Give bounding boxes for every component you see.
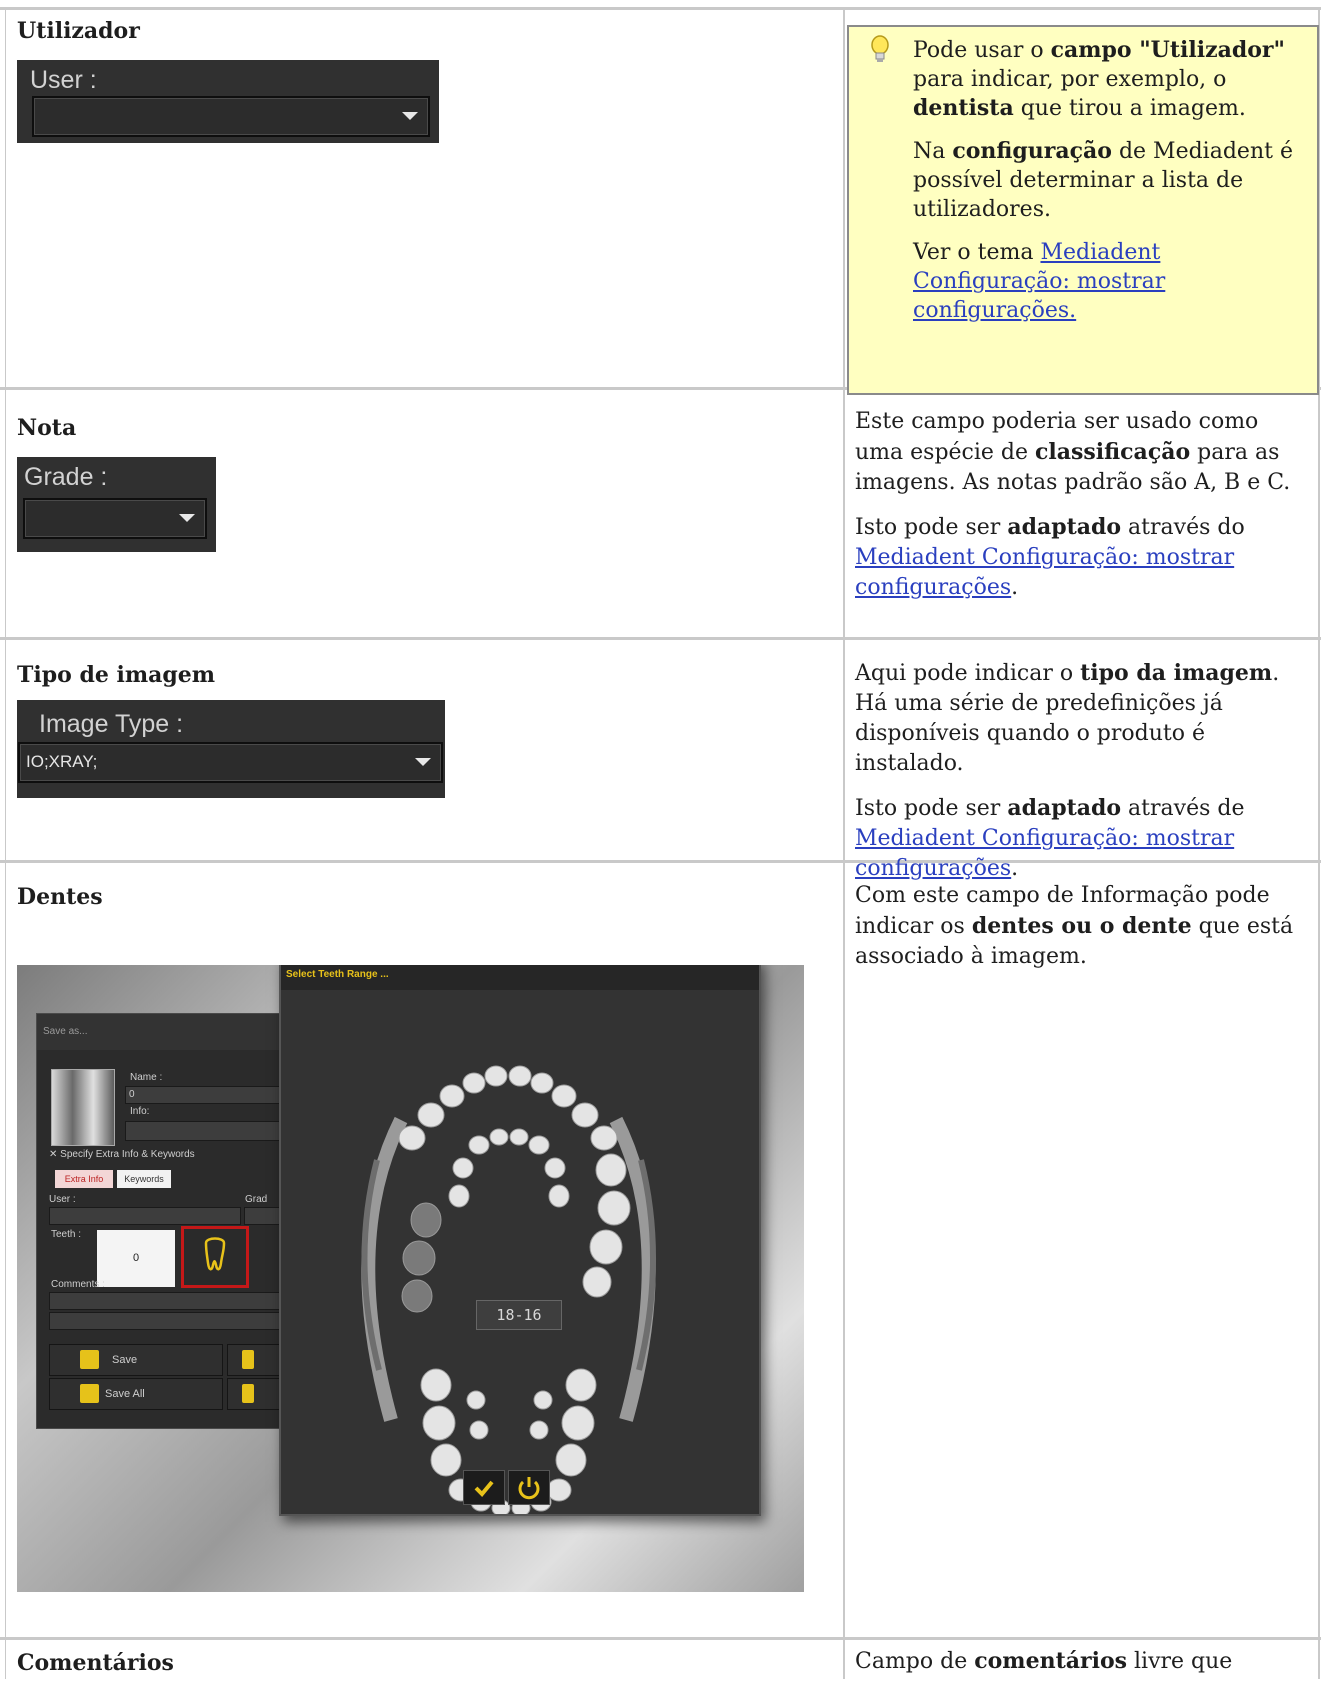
chevron-down-icon [179, 514, 195, 522]
row-dentes-desc: Com este campo de Informação pode indica… [855, 881, 1310, 986]
grade-dropdown[interactable] [23, 498, 207, 539]
image-type-dropdown[interactable]: IO;XRAY; [18, 742, 443, 783]
teeth-window-header: Select Teeth Range ... [281, 965, 759, 990]
row-nota: Nota [17, 413, 817, 443]
save-as-dialog: Save as... Name : 0 Info: ✕ Specify Extr… [36, 1013, 308, 1429]
confirm-button[interactable] [463, 1470, 505, 1505]
image-thumbnail [51, 1069, 115, 1146]
grade-label-small: Grad [245, 1194, 268, 1205]
name-label: Name : [130, 1072, 163, 1083]
image-type-widget: Image Type : IO;XRAY; [17, 700, 445, 798]
tip-box: Pode usar o campo "Utilizador" para indi… [847, 25, 1319, 395]
save-button[interactable]: Save [49, 1344, 223, 1376]
row-nota-desc: Este campo poderia ser usado como uma es… [855, 407, 1310, 617]
comments-label: Comments : [51, 1279, 105, 1290]
dialog-header: Save as... [37, 1014, 307, 1050]
desc-paragraph-2: Isto pode ser adaptado através do Mediad… [855, 514, 1245, 600]
lightbulb-icon [871, 35, 889, 62]
grade-label: Grade : [24, 463, 108, 491]
teeth-value: 0 [97, 1230, 175, 1287]
user-label: User : [30, 66, 97, 94]
tab-extra-info[interactable]: Extra Info [55, 1170, 113, 1188]
row-utilizador: Utilizador [17, 16, 817, 46]
user-dropdown-small[interactable] [49, 1207, 241, 1225]
image-type-value: IO;XRAY; [26, 752, 98, 771]
save-all-icon [80, 1384, 99, 1403]
row-comentarios: Comentários [17, 1648, 817, 1678]
config-link[interactable]: Mediadent Configuração: mostrar configur… [855, 826, 1234, 881]
row-tipo-imagem: Tipo de imagem [17, 660, 817, 690]
row-title: Comentários [17, 1650, 174, 1676]
tab-keywords[interactable]: Keywords [117, 1170, 171, 1188]
power-icon [518, 1477, 540, 1500]
config-link[interactable]: Mediadent Configuração: mostrar configur… [855, 545, 1234, 600]
tip-paragraph-2: Na configuração de Mediadent é possível … [913, 138, 1293, 222]
desc-paragraph-1: Aqui pode indicar o tipo da imagem. Há u… [855, 660, 1280, 776]
chevron-down-icon [415, 758, 431, 766]
tooth-button[interactable] [181, 1226, 249, 1288]
desc-paragraph-1: Com este campo de Informação pode indica… [855, 883, 1294, 969]
info-label: Info: [130, 1106, 150, 1117]
trash-all-icon [242, 1384, 254, 1403]
power-button[interactable] [508, 1470, 550, 1505]
image-type-label: Image Type : [39, 710, 184, 738]
tip-paragraph-1: Pode usar o campo "Utilizador" para indi… [913, 37, 1285, 121]
teeth-label: Teeth : [51, 1229, 82, 1240]
row-dentes: Dentes [17, 882, 817, 912]
row-tipo-desc: Aqui pode indicar o tipo da imagem. Há u… [855, 658, 1310, 898]
checkmark-icon [474, 1480, 494, 1497]
row-comentarios-desc: Campo de comentários livre que [855, 1646, 1310, 1691]
tooth-icon [204, 1237, 226, 1271]
row-title: Dentes [17, 884, 103, 910]
tip-paragraph-3: Ver o tema Mediadent Configuração: mostr… [913, 240, 1166, 323]
desc-paragraph-1: Este campo poderia ser usado como uma es… [855, 409, 1291, 495]
user-dropdown[interactable] [32, 96, 430, 137]
comments-field-1[interactable] [49, 1292, 306, 1310]
teeth-chart [361, 1065, 657, 1514]
comments-field-2[interactable] [49, 1312, 306, 1330]
grade-widget: Grade : [17, 457, 216, 552]
teeth-screenshot: Save as... Name : 0 Info: ✕ Specify Extr… [17, 965, 804, 1592]
chevron-down-icon [402, 112, 418, 120]
row-title: Nota [17, 415, 77, 441]
row-title: Utilizador [17, 18, 140, 44]
save-icon [80, 1350, 99, 1369]
teeth-range-display: 18-16 [476, 1300, 562, 1330]
trash-icon [242, 1350, 254, 1369]
row-title: Tipo de imagem [17, 662, 216, 688]
desc-paragraph-2: Isto pode ser adaptado através de Mediad… [855, 795, 1245, 881]
user-widget: User : [17, 60, 439, 143]
save-all-button[interactable]: Save All [49, 1378, 223, 1410]
user-label-small: User : [49, 1194, 76, 1205]
extra-info-checkbox[interactable]: ✕ Specify Extra Info & Keywords [49, 1149, 195, 1160]
desc-paragraph-1: Campo de comentários livre que [855, 1648, 1233, 1674]
select-teeth-window: Select Teeth Range ... 18-16 [279, 965, 761, 1516]
